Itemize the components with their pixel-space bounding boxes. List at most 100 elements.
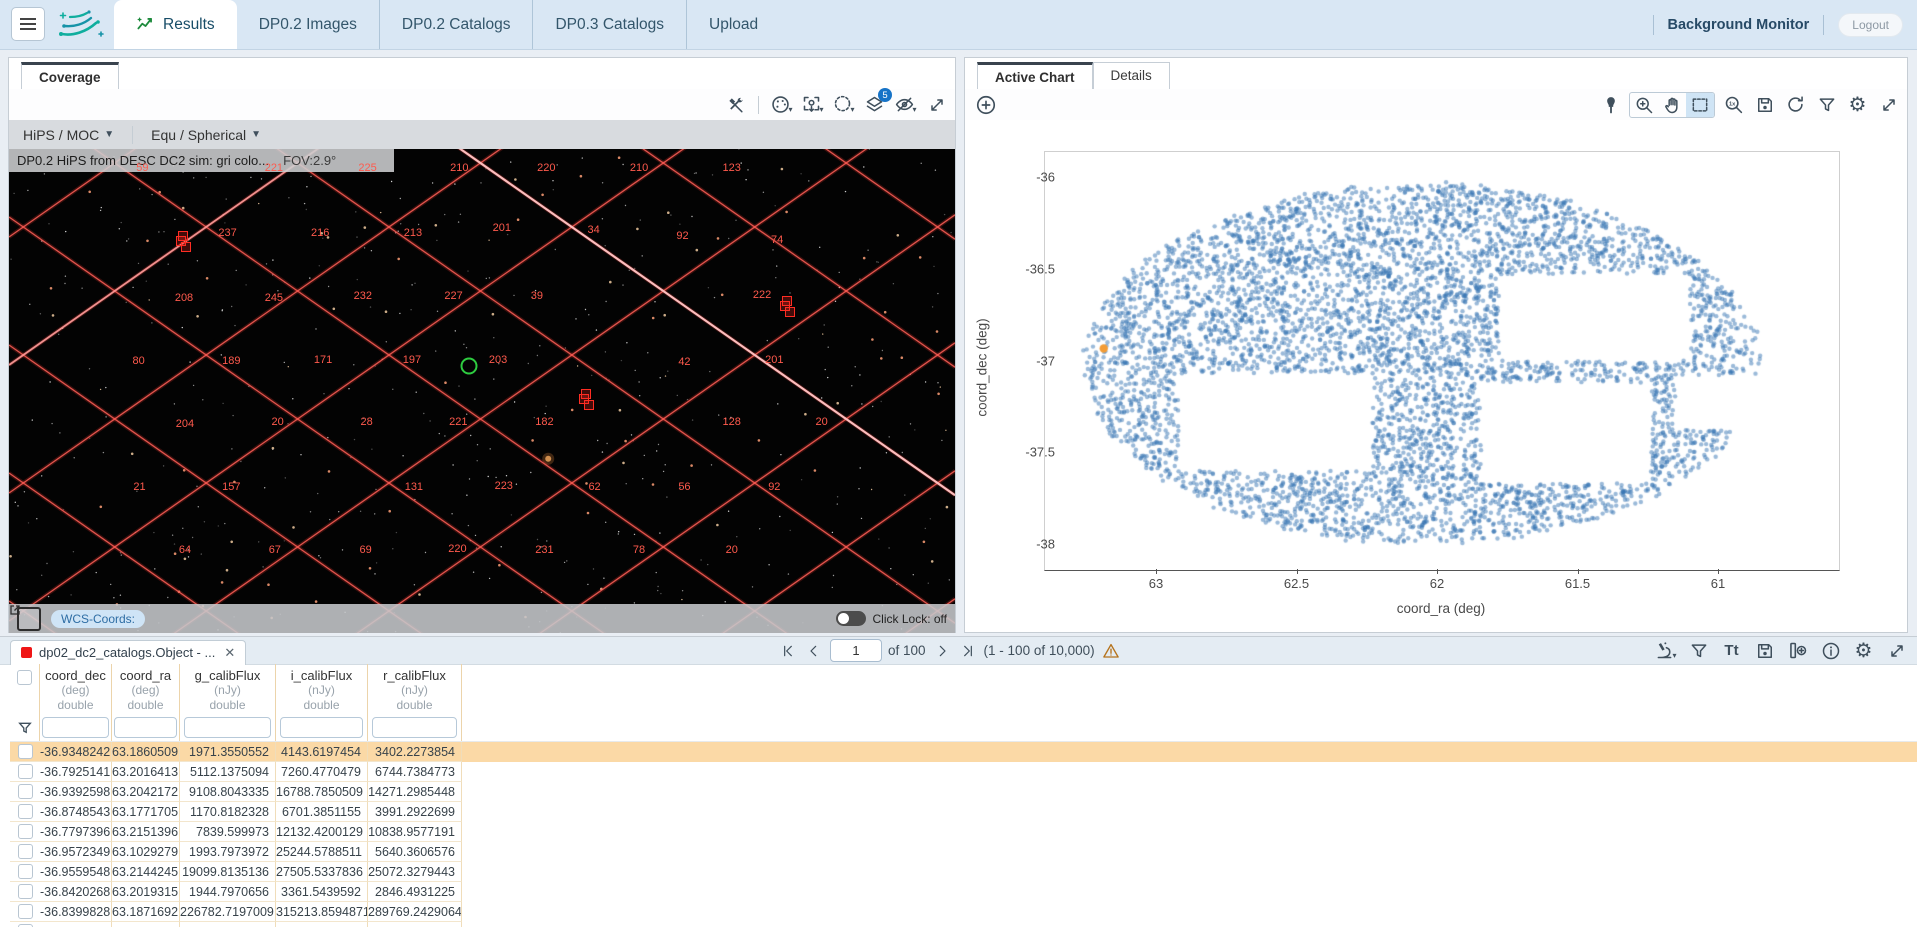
scatter-chart[interactable]: -36-36.5-37-37.5-386362.56261.561 coord_… xyxy=(965,120,1907,632)
sky-coverage-image[interactable]: DP0.2 HiPS from DESC DC2 sim: gri colo..… xyxy=(9,149,955,633)
moc-tile-number: 220 xyxy=(537,162,555,174)
tab-details[interactable]: Details xyxy=(1093,62,1170,89)
table-row[interactable]: -36.934824263.18605091971.35505524143.61… xyxy=(10,742,1917,762)
click-lock-toggle[interactable] xyxy=(836,611,866,626)
settings-icon[interactable]: ⚙ xyxy=(1845,92,1870,117)
first-page-icon[interactable] xyxy=(778,641,798,661)
y-tick-label: -37.5 xyxy=(1025,445,1055,460)
table-row[interactable]: -36.779739663.21513967839.59997312132.42… xyxy=(10,822,1917,842)
table-tab[interactable]: dp02_dc2_catalogs.Object - ... ✕ xyxy=(10,640,246,665)
table-row[interactable]: -36.842026863.20193151944.79706563361.54… xyxy=(10,882,1917,902)
background-monitor-link[interactable]: Background Monitor xyxy=(1668,17,1810,33)
table-row[interactable]: -36.957234963.10292791993.797397225244.5… xyxy=(10,842,1917,862)
analyze-icon[interactable]: ▾ xyxy=(1653,638,1678,663)
warning-icon[interactable] xyxy=(1101,641,1121,661)
filter-icon[interactable] xyxy=(1814,92,1839,117)
save-icon[interactable] xyxy=(1752,92,1777,117)
cell-g_calibFlux: 1170.8182328 xyxy=(180,802,276,822)
last-page-icon[interactable] xyxy=(958,641,978,661)
table-row[interactable]: -36.874854363.17717051170.81823286701.38… xyxy=(10,802,1917,822)
recenter-icon[interactable]: ▾ xyxy=(800,92,825,117)
column-header-i_calibFlux[interactable]: i_calibFlux(nJy)double xyxy=(276,664,368,714)
table-row[interactable] xyxy=(10,922,1917,927)
info-icon[interactable] xyxy=(1818,638,1843,663)
row-checkbox[interactable] xyxy=(18,884,33,899)
menu-hamburger-button[interactable] xyxy=(11,7,45,41)
row-checkbox[interactable] xyxy=(18,784,33,799)
add-chart-icon[interactable] xyxy=(973,92,998,117)
row-checkbox[interactable] xyxy=(18,864,33,879)
cell-coord_ra: 63.2042172 xyxy=(112,782,180,802)
tab-active-chart[interactable]: Active Chart xyxy=(977,62,1093,89)
table-row[interactable]: -36.939259863.20421729108.804333516788.7… xyxy=(10,782,1917,802)
filter-input-coord_dec[interactable] xyxy=(42,717,108,738)
expand-icon[interactable] xyxy=(1884,638,1909,663)
moc-tile-number: 128 xyxy=(723,416,741,428)
column-header-g_calibFlux[interactable]: g_calibFlux(nJy)double xyxy=(180,664,276,714)
text-view-icon[interactable]: Tt xyxy=(1719,638,1744,663)
filter-input-g_calibFlux[interactable] xyxy=(184,717,271,738)
filter-input-r_calibFlux[interactable] xyxy=(372,717,457,738)
layers-icon[interactable]: 5 xyxy=(862,92,887,117)
select-all-checkbox[interactable] xyxy=(17,670,32,685)
chevron-down-icon: ▼ xyxy=(251,129,261,143)
footprint-marker xyxy=(785,307,795,317)
chevron-down-icon: ▼ xyxy=(104,129,114,143)
row-checkbox[interactable] xyxy=(18,744,33,759)
prev-page-icon[interactable] xyxy=(804,641,824,661)
moc-tile-number: 157 xyxy=(222,481,240,493)
zoom-original-icon[interactable]: 1x xyxy=(1721,92,1746,117)
save-icon[interactable] xyxy=(1752,638,1777,663)
row-checkbox[interactable] xyxy=(18,904,33,919)
restore-icon[interactable] xyxy=(1783,92,1808,117)
row-checkbox[interactable] xyxy=(18,824,33,839)
popout-icon[interactable] xyxy=(17,607,41,631)
app-tab-dp0-2-catalogs[interactable]: DP0.2 Catalogs xyxy=(379,0,533,49)
row-checkbox[interactable] xyxy=(18,804,33,819)
coord-system-dropdown[interactable]: Equ / Spherical ▼ xyxy=(137,127,275,143)
app-tab-dp0-2-images[interactable]: DP0.2 Images xyxy=(237,0,379,49)
column-header-r_calibFlux[interactable]: r_calibFlux(nJy)double xyxy=(368,664,462,714)
tools-icon[interactable] xyxy=(723,92,748,117)
table-row[interactable]: -36.955954863.214424519099.813513627505.… xyxy=(10,862,1917,882)
close-icon[interactable]: ✕ xyxy=(224,645,235,661)
row-checkbox[interactable] xyxy=(18,844,33,859)
filter-input-i_calibFlux[interactable] xyxy=(280,717,363,738)
moc-tile-number: 237 xyxy=(218,227,236,239)
page-number-input[interactable] xyxy=(830,639,882,662)
app-tab-dp0-3-catalogs[interactable]: DP0.3 Catalogs xyxy=(532,0,686,49)
visibility-icon[interactable]: ▾ xyxy=(893,92,918,117)
zoom-in-icon[interactable] xyxy=(1630,93,1658,117)
pin-icon[interactable] xyxy=(1598,92,1623,117)
moc-tile-number: 208 xyxy=(175,292,193,304)
filter-icon[interactable] xyxy=(1686,638,1711,663)
next-page-icon[interactable] xyxy=(932,641,952,661)
column-header-coord_ra[interactable]: coord_ra(deg)double xyxy=(112,664,180,714)
moc-tile-number: 74 xyxy=(771,234,783,246)
cell-coord_dec xyxy=(40,922,112,927)
color-palette-icon[interactable]: ▾ xyxy=(769,92,794,117)
add-column-icon[interactable] xyxy=(1785,638,1810,663)
coverage-toolbar: ▾ ▾ ▾ 5 ▾ xyxy=(9,89,955,121)
cell-coord_dec: -36.9572349 xyxy=(40,842,112,862)
filter-input-coord_ra[interactable] xyxy=(114,717,177,738)
expand-icon[interactable] xyxy=(1876,92,1901,117)
moc-tile-number: 245 xyxy=(265,292,283,304)
app-tab-results[interactable]: Results xyxy=(114,0,237,49)
app-tab-upload[interactable]: Upload xyxy=(686,0,780,49)
table-row[interactable]: -36.792514163.20164135112.13750947260.47… xyxy=(10,762,1917,782)
table-row[interactable]: -36.839982863.1871692226782.719700931521… xyxy=(10,902,1917,922)
box-select-icon[interactable] xyxy=(1686,93,1714,117)
select-region-icon[interactable]: ▾ xyxy=(831,92,856,117)
cell-coord_ra xyxy=(112,922,180,927)
hips-moc-dropdown[interactable]: HiPS / MOC ▼ xyxy=(9,127,128,143)
settings-icon[interactable]: ⚙ xyxy=(1851,638,1876,663)
row-checkbox[interactable] xyxy=(18,764,33,779)
pan-hand-icon[interactable] xyxy=(1658,93,1686,117)
moc-tile-number: 64 xyxy=(179,544,191,556)
expand-icon[interactable] xyxy=(924,92,949,117)
logout-button[interactable]: Logout xyxy=(1838,13,1903,37)
column-header-coord_dec[interactable]: coord_dec(deg)double xyxy=(40,664,112,714)
tab-coverage[interactable]: Coverage xyxy=(21,62,119,89)
moc-tile-number: 34 xyxy=(588,224,600,236)
